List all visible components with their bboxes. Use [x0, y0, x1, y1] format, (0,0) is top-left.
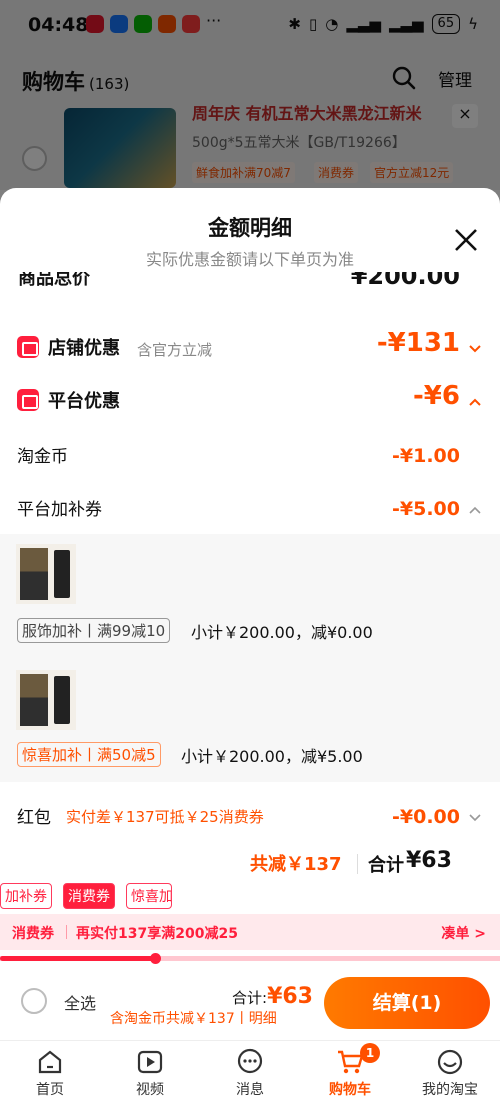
promo-progress-dot	[150, 953, 161, 964]
sheet-title: 金额明细	[208, 216, 292, 240]
coin-value: -¥1.00	[392, 445, 460, 467]
profile-icon	[437, 1049, 463, 1075]
tab-video[interactable]: 视频	[100, 1045, 200, 1099]
promo-progress	[0, 953, 500, 964]
bottom-total-label: 合计:	[232, 989, 268, 1007]
item-voucher: 服饰加补丨满99减10	[17, 618, 171, 643]
select-all-checkbox[interactable]	[21, 988, 47, 1014]
goods-total-row: 商品总价 ¥200.00	[0, 272, 500, 300]
redpack-value[interactable]: -¥0.00	[392, 806, 460, 828]
subsidy-label: 平台加补券	[17, 500, 102, 520]
video-icon	[137, 1050, 163, 1074]
tab-label: 购物车	[329, 1082, 371, 1098]
goods-total-label: 商品总价	[18, 272, 90, 289]
sheet-subtitle: 实际优惠金额请以下单页为准	[145, 250, 354, 269]
shop-discount-icon	[17, 336, 39, 358]
chevron-down-icon[interactable]	[468, 811, 482, 825]
tab-label: 视频	[136, 1082, 164, 1098]
total-sum-label: 合计	[368, 855, 404, 876]
bottom-total-value: ¥63	[267, 984, 313, 1009]
subsidy-detail-panel: 服饰加补丨满99减10 小计￥200.00，减¥0.00 惊喜加补丨满50减5 …	[0, 534, 500, 782]
tab-home[interactable]: 首页	[0, 1045, 100, 1099]
promo-progress-fill	[0, 956, 155, 961]
promo-banner[interactable]: 消费券 再实付137享满200减25 凑单 >	[0, 914, 500, 950]
tab-label: 消息	[236, 1082, 264, 1098]
promo-left: 消费券	[12, 926, 54, 942]
platform-discount-label: 平台优惠	[48, 391, 120, 412]
chevron-down-icon[interactable]	[468, 342, 482, 356]
tab-message[interactable]: 消息	[200, 1045, 300, 1099]
item-thumbnail[interactable]	[16, 670, 76, 730]
redpack-label: 红包	[17, 808, 51, 828]
coupon-pill[interactable]: 加补券	[0, 883, 52, 909]
platform-discount-icon	[17, 389, 39, 411]
chevron-up-icon[interactable]	[468, 503, 482, 517]
item-voucher: 惊喜加补丨满50减5	[17, 742, 161, 767]
item-subtotal: 小计￥200.00，减¥5.00	[181, 747, 363, 766]
shop-discount-label: 店铺优惠	[48, 338, 120, 359]
shop-discount-note: 含官方立减	[137, 341, 213, 359]
cart-screen: 04:48 ··· ✱ ▯ ◔ ▂▃▅ ▂▃▅ 65 ϟ 购物车(163) 管理…	[0, 0, 500, 1105]
coin-label: 淘金币	[17, 447, 68, 467]
bottom-total: 合计:¥63	[232, 984, 313, 1009]
divider	[357, 854, 358, 874]
tab-label: 我的淘宝	[422, 1082, 478, 1098]
chevron-up-icon[interactable]	[468, 395, 482, 409]
tab-profile[interactable]: 我的淘宝	[400, 1045, 500, 1099]
bottom-note[interactable]: 含淘金币共减￥137丨明细	[110, 1008, 277, 1028]
checkout-button[interactable]: 结算(1)	[324, 977, 490, 1029]
tab-bar: 首页 视频 消息 1 购物车 我的淘宝	[0, 1040, 500, 1105]
message-icon	[237, 1048, 263, 1074]
tab-cart[interactable]: 1 购物车	[300, 1043, 400, 1099]
item-thumbnail[interactable]	[16, 544, 76, 604]
coupon-pill[interactable]: 惊喜加	[126, 883, 172, 909]
goods-total-value: ¥200.00	[350, 272, 460, 290]
platform-discount-value[interactable]: -¥6	[413, 381, 460, 411]
total-sum-value: ¥63	[406, 848, 452, 873]
promo-action[interactable]: 凑单 >	[441, 923, 486, 943]
amount-detail-sheet: 金额明细 实际优惠金额请以下单页为准 商品总价 ¥200.00 店铺优惠 含官方…	[0, 188, 500, 1105]
home-icon	[38, 1050, 62, 1074]
promo-text: 再实付137享满200减25	[76, 926, 238, 942]
subsidy-value[interactable]: -¥5.00	[392, 498, 460, 520]
shop-discount-value[interactable]: -¥131	[377, 328, 460, 358]
select-all-label[interactable]: 全选	[64, 990, 96, 1014]
item-subtotal: 小计￥200.00，减¥0.00	[191, 623, 373, 642]
coupon-pill[interactable]: 消费券	[63, 883, 115, 909]
cart-badge: 1	[360, 1043, 380, 1063]
tab-label: 首页	[36, 1082, 64, 1098]
close-icon[interactable]	[452, 226, 480, 254]
redpack-note: 实付差￥137可抵￥25消费券	[66, 808, 264, 826]
promo-divider	[66, 925, 67, 939]
total-reduce: 共减￥137	[250, 854, 342, 875]
